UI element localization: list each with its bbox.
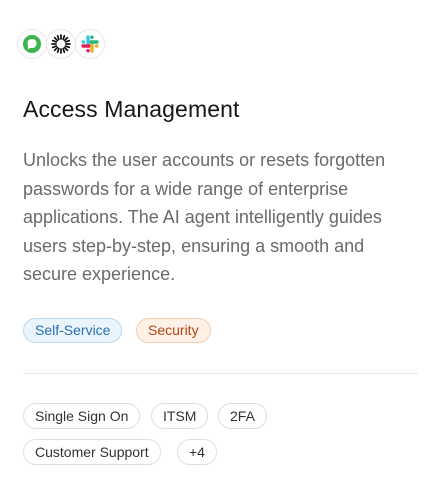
green-chat-icon xyxy=(17,29,47,59)
more-tags-button[interactable]: +4 xyxy=(177,439,217,465)
category-security: Security xyxy=(136,318,211,343)
card-title: Access Management xyxy=(23,96,240,122)
tag-single-sign-on: Single Sign On xyxy=(23,403,141,429)
tag-customer-support: Customer Support xyxy=(23,439,161,465)
card-description: Unlocks the user accounts or resets forg… xyxy=(23,150,386,284)
tag-2fa: 2FA xyxy=(218,403,267,429)
divider xyxy=(23,373,418,374)
tag-itsm: ITSM xyxy=(151,403,209,429)
slack-icon xyxy=(75,29,105,59)
access-management-card[interactable]: Access Management Unlocks the user accou… xyxy=(0,0,436,480)
category-self-service: Self-Service xyxy=(23,318,123,343)
sunburst-icon xyxy=(46,29,76,59)
